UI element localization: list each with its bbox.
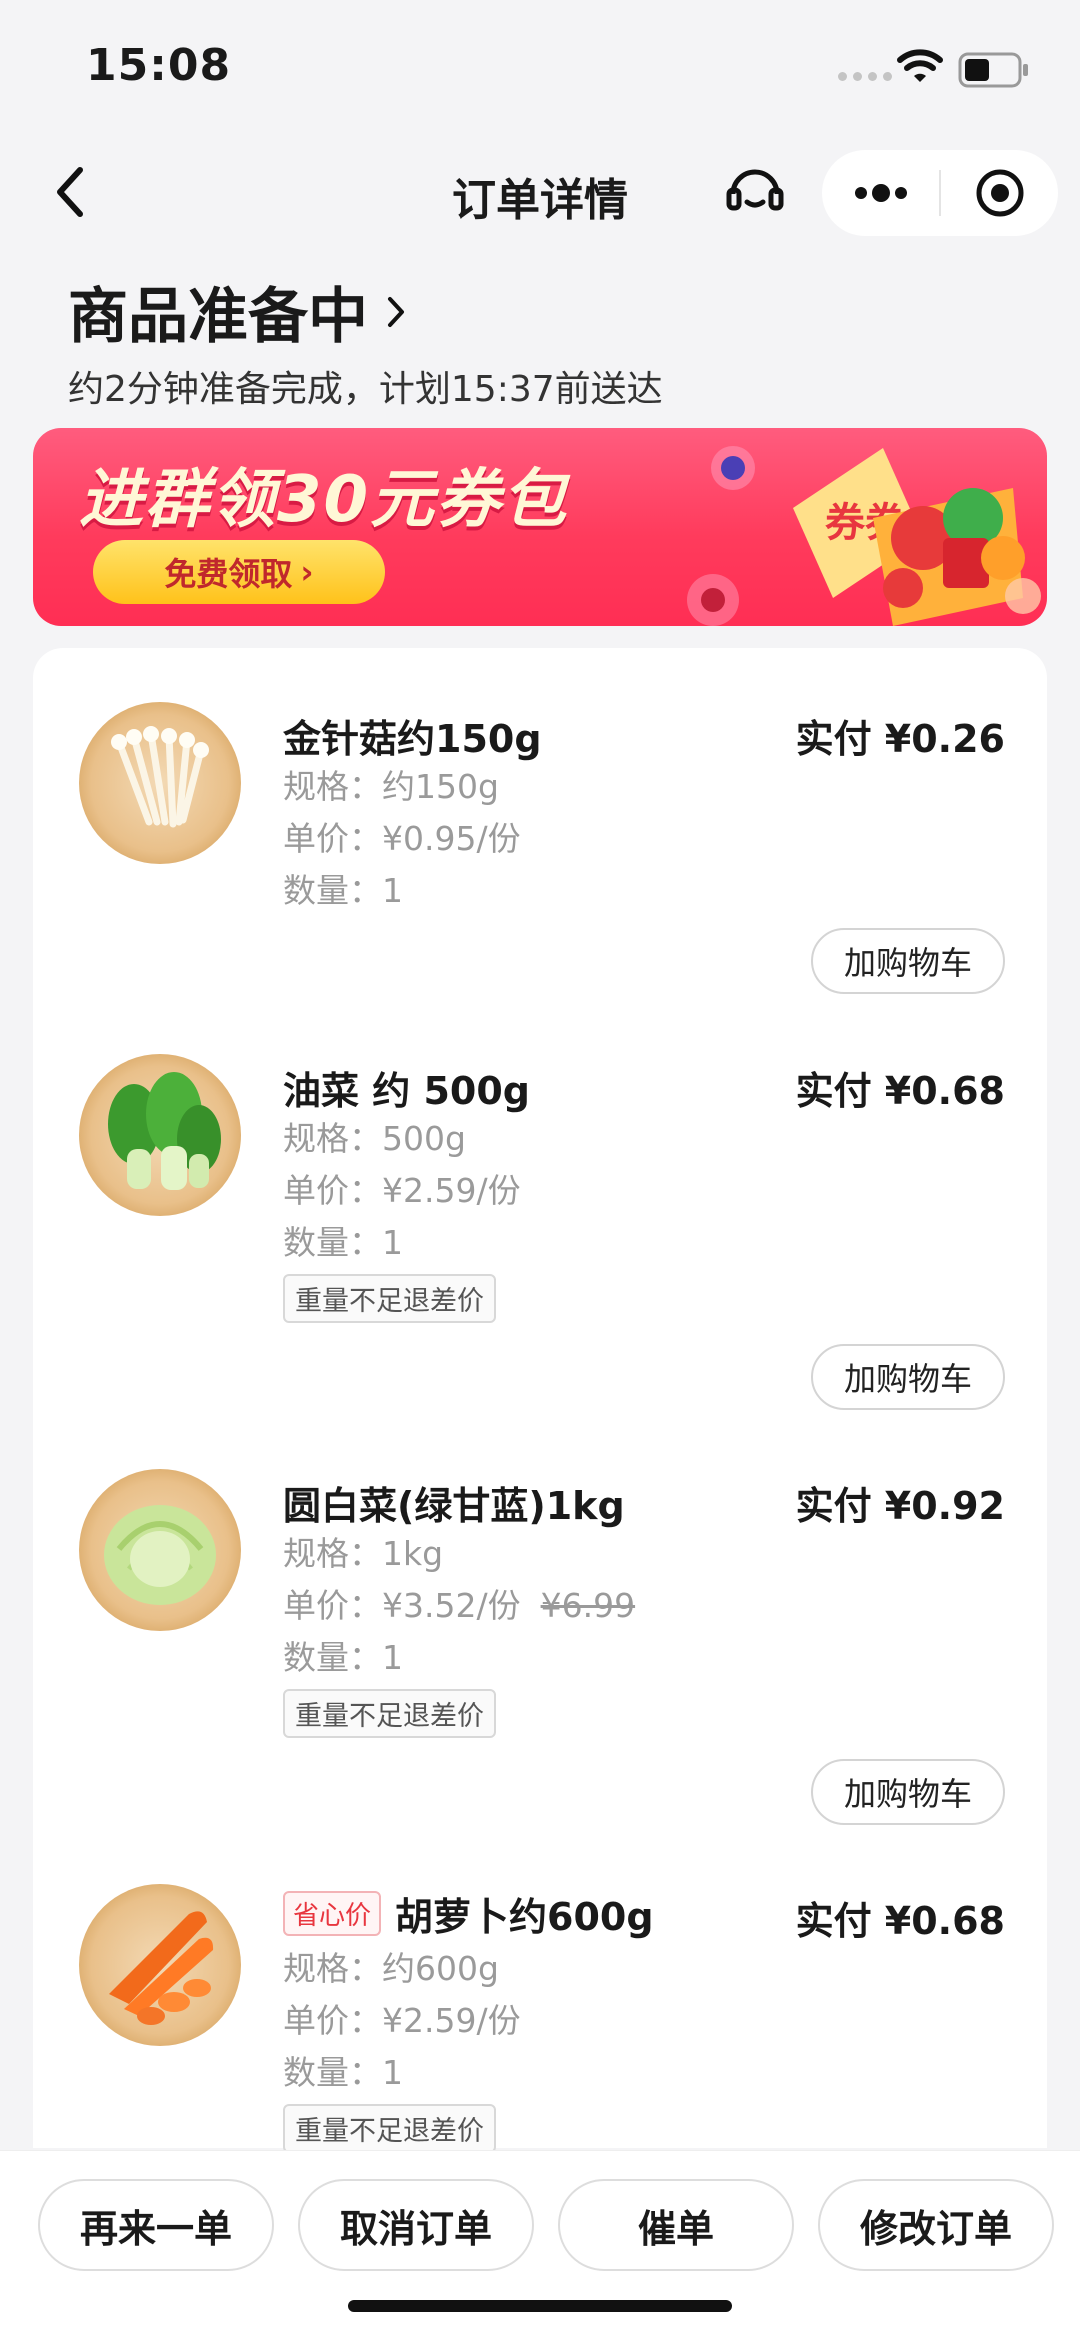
refund-difference-tag: 重量不足退差价 xyxy=(283,2104,496,2153)
add-to-cart-button[interactable]: 加购物车 xyxy=(811,1759,1005,1825)
product-name: 胡萝卜约600g xyxy=(395,1895,654,1939)
enoki-mushroom-icon[interactable] xyxy=(79,702,241,864)
product-paid-price: 实付 ¥0.26 xyxy=(795,717,1005,761)
order-status-header[interactable]: 商品准备中 xyxy=(68,268,406,355)
product-name: 金针菇约150g xyxy=(283,717,542,761)
product-quantity: 数量：1 xyxy=(283,1638,403,1677)
product-quantity: 数量：1 xyxy=(283,2053,403,2092)
product-unit-price-row: 单价：¥3.52/份 ¥6.99 xyxy=(283,1579,635,1627)
product-original-price: ¥6.99 xyxy=(540,1586,636,1625)
product-list-card: 金针菇约150g 实付 ¥0.26 规格：约150g 单价：¥0.95/份 数量… xyxy=(33,648,1047,2153)
product-spec: 规格：500g xyxy=(283,1119,466,1158)
more-dots-icon xyxy=(854,184,907,202)
refund-difference-tag: 重量不足退差价 xyxy=(283,1689,496,1738)
free-claim-label: 免费领取 xyxy=(164,555,293,593)
product-spec: 规格：约600g xyxy=(283,1949,499,1988)
action-buttons: 再来一单 取消订单 催单 修改订单 xyxy=(38,2179,1054,2271)
order-status-title: 商品准备中 xyxy=(68,282,368,352)
product-unit-price: 单价：¥2.59/份 xyxy=(283,2001,521,2040)
banner-title: 进群领30元券包 xyxy=(79,463,569,537)
refund-difference-tag: 重量不足退差价 xyxy=(283,1274,496,1323)
cancel-order-button[interactable]: 取消订单 xyxy=(298,2179,534,2271)
order-detail-screen: 15:08 订单详情 商品准备中 约2分钟准备完成，计划15:37前送达 进群领… xyxy=(0,0,1080,2337)
coupon-banner[interactable]: 进群领30元券包 免费领取 › 券券 xyxy=(33,428,1047,626)
product-paid-price: 实付 ¥0.68 xyxy=(795,1069,1005,1113)
add-to-cart-button[interactable]: 加购物车 xyxy=(811,1344,1005,1410)
carrot-icon[interactable] xyxy=(79,1884,241,2046)
product-unit-price: 单价：¥0.95/份 xyxy=(283,819,521,858)
customer-service-button[interactable] xyxy=(722,162,788,222)
product-name-row: 油菜 约 500g xyxy=(283,1060,530,1115)
close-button[interactable] xyxy=(941,150,1058,236)
product-unit-price: 单价：¥3.52/份 xyxy=(283,1586,521,1625)
product-quantity: 数量：1 xyxy=(283,1223,403,1262)
add-to-cart-button[interactable]: 加购物车 xyxy=(811,928,1005,994)
product-spec: 规格：1kg xyxy=(283,1534,444,1573)
promo-tag: 省心价 xyxy=(283,1891,382,1936)
home-indicator[interactable] xyxy=(348,2300,732,2312)
target-close-icon xyxy=(976,169,1023,217)
bok-choy-icon[interactable] xyxy=(79,1054,241,1216)
product-quantity: 数量：1 xyxy=(283,871,403,910)
signal-icon xyxy=(838,72,892,81)
product-paid-price: 实付 ¥0.68 xyxy=(795,1899,1005,1943)
product-unit-price: 单价：¥2.59/份 xyxy=(283,1171,521,1210)
product-name-row: 省心价 胡萝卜约600g xyxy=(283,1886,654,1941)
status-bar: 15:08 xyxy=(0,0,1080,140)
product-name: 油菜 约 500g xyxy=(283,1069,530,1113)
product-name: 圆白菜(绿甘蓝)1kg xyxy=(283,1484,625,1528)
free-claim-button[interactable]: 免费领取 › xyxy=(93,540,385,604)
cabbage-icon[interactable] xyxy=(79,1469,241,1631)
headset-icon xyxy=(726,169,784,211)
more-button[interactable] xyxy=(822,150,939,236)
product-name-row: 金针菇约150g xyxy=(283,708,542,763)
chevron-right-icon xyxy=(388,296,404,327)
wifi-icon xyxy=(897,49,943,82)
battery-icon xyxy=(958,52,1028,88)
urge-order-button[interactable]: 催单 xyxy=(558,2179,794,2271)
product-name-row: 圆白菜(绿甘蓝)1kg xyxy=(283,1475,625,1530)
status-time: 15:08 xyxy=(86,40,232,91)
arrow-right-icon: › xyxy=(300,553,314,591)
reorder-button[interactable]: 再来一单 xyxy=(38,2179,274,2271)
order-status-subtitle: 约2分钟准备完成，计划15:37前送达 xyxy=(68,369,663,410)
mini-program-capsule xyxy=(822,150,1058,236)
nav-bar: 订单详情 xyxy=(0,140,1080,244)
modify-order-button[interactable]: 修改订单 xyxy=(818,2179,1054,2271)
product-paid-price: 实付 ¥0.92 xyxy=(795,1484,1005,1528)
gift-box-illustration: 券券 xyxy=(687,446,1041,626)
product-spec: 规格：约150g xyxy=(283,767,499,806)
